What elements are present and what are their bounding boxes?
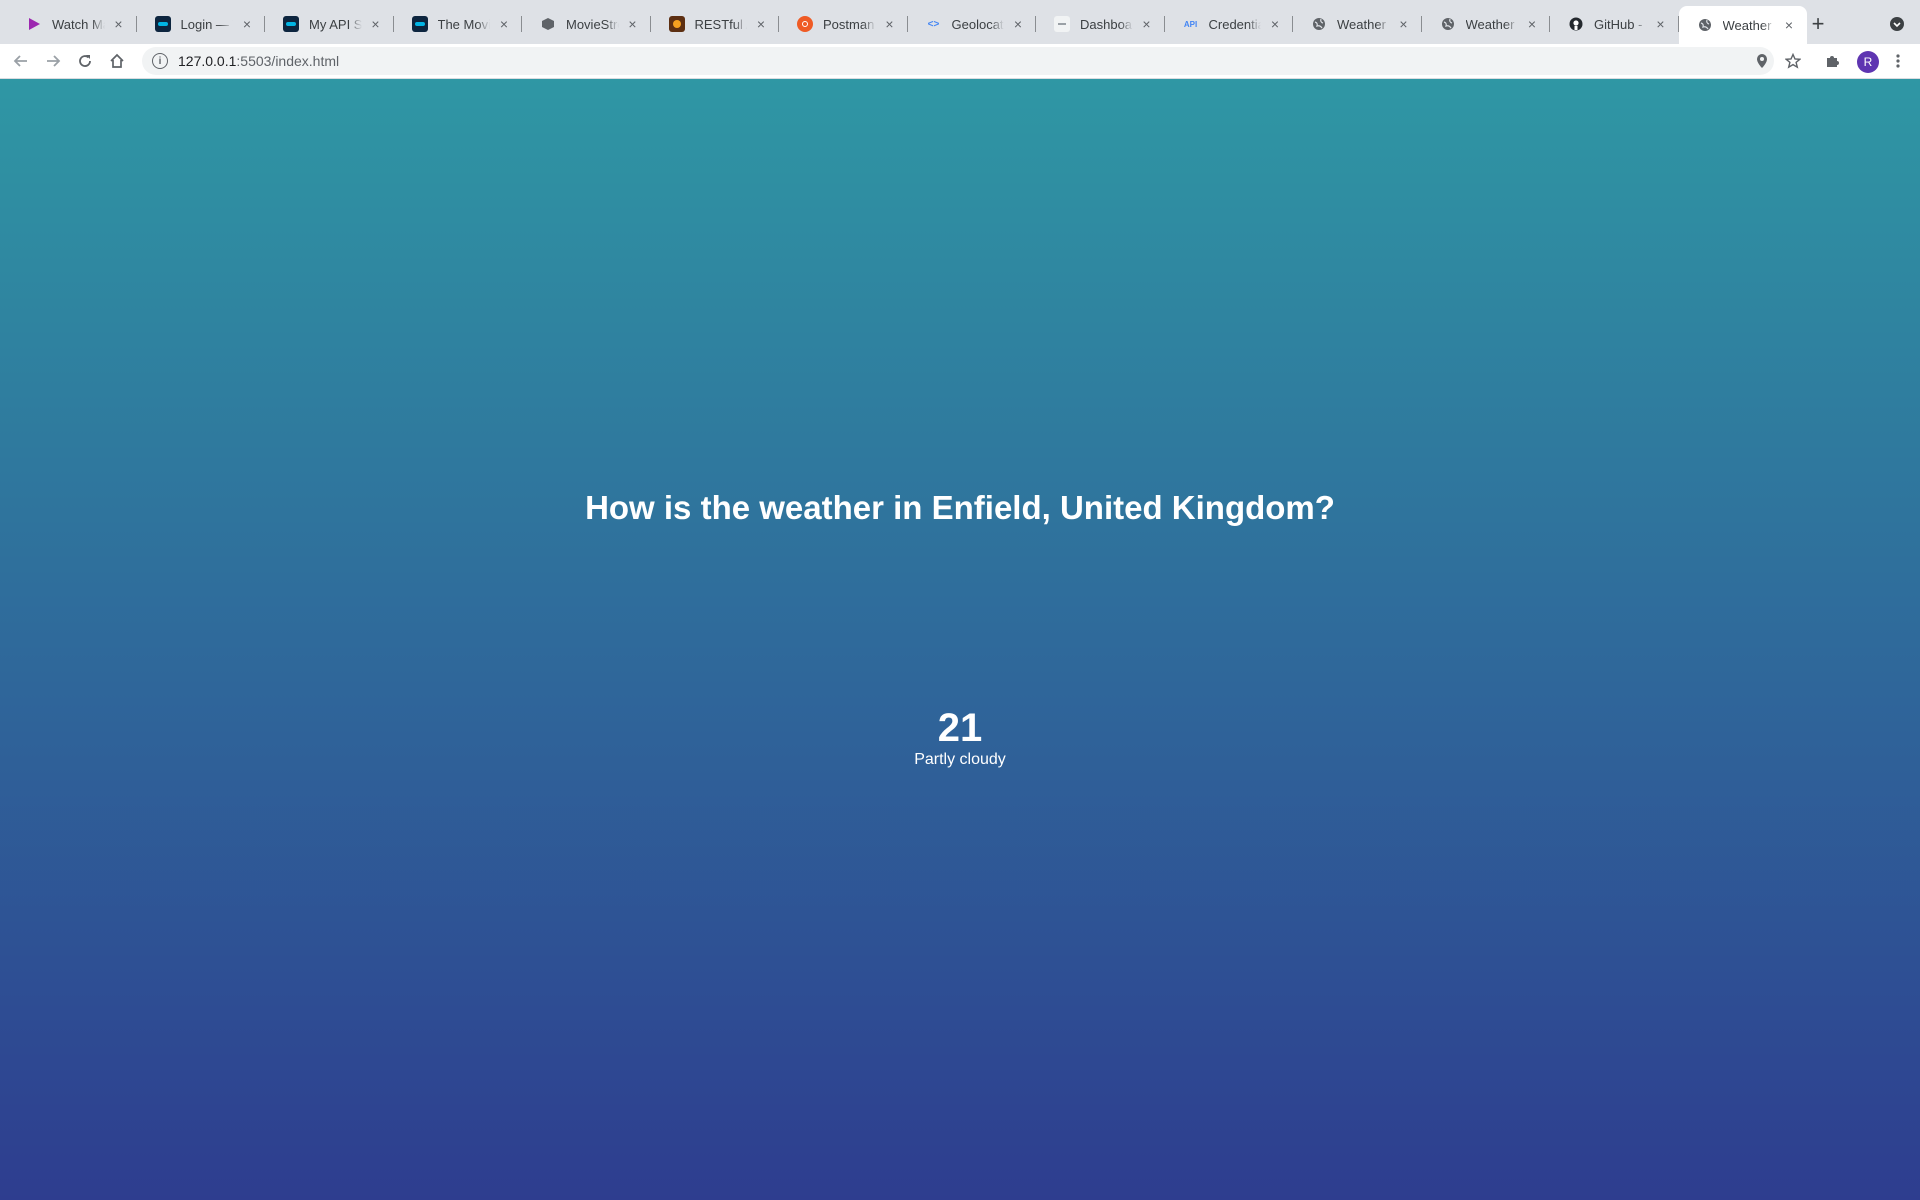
play-icon xyxy=(26,16,42,32)
tab-title: RESTful API xyxy=(694,16,748,32)
close-icon[interactable]: × xyxy=(1396,16,1412,32)
browser-tab[interactable]: API Credentials × xyxy=(1165,8,1293,40)
close-icon[interactable]: × xyxy=(1653,16,1669,32)
globe-icon xyxy=(1697,17,1713,33)
tab-title: Credentials xyxy=(1208,16,1262,32)
home-icon xyxy=(110,53,124,68)
reload-icon xyxy=(79,55,91,67)
tmdb-icon xyxy=(411,16,428,32)
close-icon[interactable]: × xyxy=(753,16,769,32)
close-icon[interactable]: × xyxy=(496,16,512,32)
close-icon[interactable]: × xyxy=(368,16,384,32)
tab-title: Weather xyxy=(1465,16,1515,32)
tab-title: MovieStream xyxy=(566,16,619,32)
tab-title: Weather xyxy=(1722,17,1772,33)
globe-icon xyxy=(1311,16,1327,32)
tmdb-icon xyxy=(283,16,299,32)
restful-icon xyxy=(668,16,685,32)
tab-title: Weather xyxy=(1337,16,1386,32)
close-icon[interactable]: × xyxy=(1781,17,1797,33)
extensions-button[interactable] xyxy=(1821,49,1845,73)
browser-tab[interactable]: My API Settings × xyxy=(265,8,394,40)
close-icon[interactable]: × xyxy=(882,16,898,32)
browser-tab[interactable]: Dashboard × xyxy=(1036,8,1165,40)
weather-description: Partly cloudy xyxy=(914,751,1006,768)
browser-menu-button[interactable] xyxy=(1886,49,1910,73)
browser-tab[interactable]: Weather × xyxy=(1678,6,1807,44)
browser-tab[interactable]: Watch Magic × xyxy=(8,8,137,40)
tab-title: Postman xyxy=(823,16,875,32)
tmdb-icon xyxy=(154,16,171,32)
tab-search-button[interactable] xyxy=(1887,14,1907,34)
tab-strip: Watch Magic×Login — The Movie Database×M… xyxy=(0,0,1920,44)
weather-heading: How is the weather in Enfield, United Ki… xyxy=(585,489,1335,526)
bookmark-star-icon[interactable] xyxy=(1785,53,1801,69)
arrow-right-icon xyxy=(47,55,61,67)
forward-button[interactable] xyxy=(41,49,65,73)
more-vertical-icon xyxy=(1896,54,1900,68)
browser-tab[interactable]: The Movie Database × xyxy=(394,8,522,40)
address-bar[interactable]: i 127.0.0.1:5503/index.html xyxy=(142,47,1801,75)
url-host: 127.0.0.1 xyxy=(178,53,237,69)
tab-title: Geolocation xyxy=(951,16,1005,32)
close-icon[interactable]: × xyxy=(625,16,641,32)
browser-tab[interactable]: Postman × xyxy=(779,8,908,40)
api-icon: API xyxy=(1183,19,1198,29)
address-url[interactable]: 127.0.0.1:5503/index.html xyxy=(178,53,339,69)
temperature-value: 21 xyxy=(937,706,983,750)
globe-icon xyxy=(1440,16,1456,32)
page-icon xyxy=(1054,16,1070,32)
browser-tab[interactable]: Login — The Movie Database × xyxy=(137,8,265,40)
tab-title: Watch Magic xyxy=(52,16,105,32)
home-button[interactable] xyxy=(105,49,129,73)
close-icon[interactable]: × xyxy=(1524,16,1540,32)
browser-tab[interactable]: RESTful API × xyxy=(651,8,779,40)
github-icon xyxy=(1568,16,1584,32)
tab-title: My API Settings xyxy=(309,16,362,32)
browser-tab[interactable]: MovieStream × xyxy=(522,8,651,40)
weather-page: How is the weather in Enfield, United Ki… xyxy=(0,79,1920,1200)
site-info-icon[interactable]: i xyxy=(152,53,168,69)
tab-title: The Movie Database xyxy=(437,16,491,32)
tab-title: GitHub - m xyxy=(1594,16,1647,32)
close-icon[interactable]: × xyxy=(1139,16,1155,32)
close-icon[interactable]: × xyxy=(111,16,127,32)
code-icon: <> xyxy=(927,18,940,30)
back-button[interactable] xyxy=(9,49,33,73)
tab-title: Dashboard xyxy=(1080,16,1133,32)
puzzle-icon xyxy=(1827,56,1839,67)
reload-button[interactable] xyxy=(73,49,97,73)
close-icon[interactable]: × xyxy=(1010,16,1026,32)
close-icon[interactable]: × xyxy=(239,16,255,32)
browser-tab[interactable]: GitHub - m × xyxy=(1550,8,1679,40)
postman-icon xyxy=(797,16,813,32)
chevron-down-icon xyxy=(1890,17,1904,31)
browser-toolbar: i 127.0.0.1:5503/index.html R xyxy=(0,44,1920,79)
url-path: :5503/index.html xyxy=(236,53,340,69)
new-tab-button[interactable]: + xyxy=(1806,11,1830,36)
close-icon[interactable]: × xyxy=(1267,16,1283,32)
location-icon[interactable] xyxy=(1754,53,1770,69)
cube-icon xyxy=(540,16,556,32)
tab-title: Login — The Movie Database xyxy=(180,16,234,32)
arrow-left-icon xyxy=(13,55,27,67)
browser-tab[interactable]: <> Geolocation × xyxy=(908,8,1036,40)
browser-tab[interactable]: Weather × xyxy=(1422,8,1550,40)
browser-tab[interactable]: Weather × xyxy=(1293,8,1422,40)
profile-avatar[interactable]: R xyxy=(1857,51,1879,73)
